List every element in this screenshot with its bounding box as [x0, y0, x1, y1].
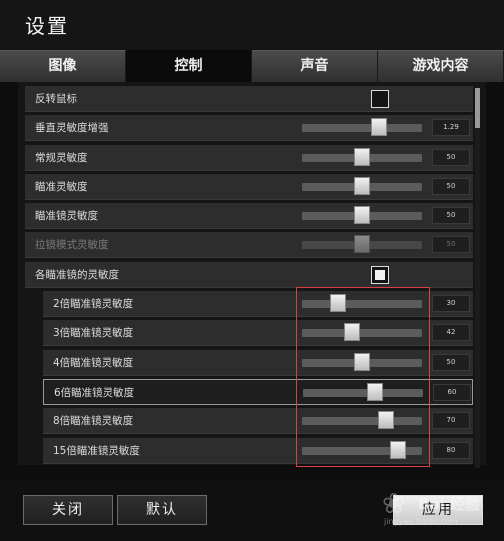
setting-label: 垂直灵敏度增强 [35, 122, 109, 135]
watermark-text: Bai 经验 [418, 495, 480, 513]
settings-scrollbar[interactable] [475, 88, 480, 468]
baidu-watermark: ❀ Bai 经验 jingyan.baidu.com [382, 487, 497, 531]
setting-label: 瞄准镜灵敏度 [35, 210, 98, 223]
setting-row-per-scope-sensitivity: 各瞄准镜的灵敏度 [25, 261, 473, 288]
aim-sensitivity-slider[interactable] [302, 176, 422, 195]
setting-label: 瞄准灵敏度 [35, 180, 88, 193]
setting-label: 8倍瞄准镜灵敏度 [53, 415, 134, 428]
slider-thumb[interactable] [354, 176, 370, 195]
value-box[interactable]: 80 [432, 441, 470, 459]
value-box[interactable]: 42 [432, 324, 470, 342]
scope-sensitivity-slider[interactable] [302, 206, 422, 225]
value-box[interactable]: 50 [432, 177, 470, 195]
value-box[interactable]: 1.29 [432, 119, 470, 137]
value-box[interactable]: 60 [433, 383, 471, 401]
slider-thumb[interactable] [354, 147, 370, 166]
setting-row-general-sensitivity: 常规灵敏度 50 [25, 144, 473, 171]
vertical-sensitivity-slider[interactable] [302, 118, 422, 137]
annotation-highlight-box [296, 287, 430, 467]
slider-thumb [354, 235, 370, 254]
setting-row-aim-sensitivity: 瞄准灵敏度 50 [25, 173, 473, 200]
setting-label: 6倍瞄准镜灵敏度 [54, 386, 135, 399]
setting-row-zoom-sensitivity: 拉镜模式灵敏度 50 [25, 232, 473, 259]
tab-gameplay[interactable]: 游戏内容 [378, 50, 504, 82]
setting-row-invert-mouse: 反转鼠标 [25, 86, 473, 112]
tab-control[interactable]: 控制 [126, 50, 252, 82]
tab-sound[interactable]: 声音 [252, 50, 378, 82]
slider-thumb[interactable] [354, 206, 370, 225]
close-button[interactable]: 关闭 [23, 495, 113, 525]
setting-label: 2倍瞄准镜灵敏度 [53, 298, 134, 311]
scrollbar-thumb[interactable] [475, 88, 480, 128]
value-box[interactable]: 50 [432, 353, 470, 371]
slider-thumb[interactable] [370, 118, 387, 137]
watermark-url: jingyan.baidu.com [384, 517, 458, 526]
setting-label: 反转鼠标 [35, 93, 77, 105]
value-box[interactable]: 30 [432, 295, 470, 313]
tab-image[interactable]: 图像 [0, 50, 126, 82]
invert-mouse-checkbox[interactable] [371, 90, 389, 108]
value-box[interactable]: 50 [432, 148, 470, 166]
default-button[interactable]: 默认 [117, 495, 207, 525]
setting-label: 15倍瞄准镜灵敏度 [53, 444, 140, 457]
setting-row-vertical-sensitivity: 垂直灵敏度增强 1.29 [25, 115, 473, 142]
title-bar: 设置 [0, 0, 504, 50]
value-box: 50 [432, 236, 470, 254]
setting-label: 各瞄准镜的灵敏度 [35, 268, 119, 281]
window-title: 设置 [25, 14, 69, 38]
setting-label: 4倍瞄准镜灵敏度 [53, 356, 134, 369]
per-scope-sensitivity-checkbox[interactable] [371, 265, 389, 284]
baidu-paw-icon: ❀ [382, 487, 406, 520]
value-box[interactable]: 50 [432, 207, 470, 225]
general-sensitivity-slider[interactable] [302, 147, 422, 166]
setting-label: 拉镜模式灵敏度 [35, 239, 109, 252]
setting-row-scope-sensitivity: 瞄准镜灵敏度 50 [25, 203, 473, 230]
setting-label: 3倍瞄准镜灵敏度 [53, 327, 134, 340]
value-box[interactable]: 70 [432, 412, 470, 430]
setting-label: 常规灵敏度 [35, 151, 88, 164]
zoom-sensitivity-slider [302, 235, 422, 254]
tab-bar: 图像 控制 声音 游戏内容 [0, 50, 504, 82]
